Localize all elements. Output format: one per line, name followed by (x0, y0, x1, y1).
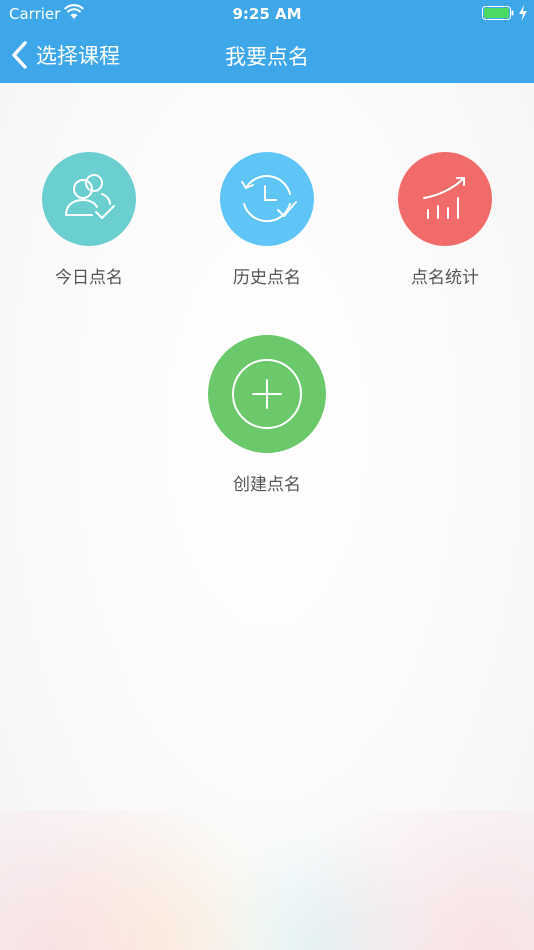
create-roll-call-button[interactable]: 创建点名 (208, 335, 326, 495)
navigation-bar: 选择课程 我要点名 (0, 28, 534, 83)
charging-bolt-icon (519, 5, 527, 21)
battery-icon (482, 6, 514, 20)
plus-circle-icon (232, 359, 302, 429)
stats-label: 点名统计 (411, 268, 479, 288)
background-tint (0, 810, 534, 950)
history-label: 历史点名 (233, 268, 301, 288)
create-icon-circle (208, 335, 326, 453)
history-roll-call-button[interactable]: 历史点名 (220, 152, 314, 288)
history-icon-circle (220, 152, 314, 246)
today-roll-call-button[interactable]: 今日点名 (42, 152, 136, 288)
stats-icon-circle (398, 152, 492, 246)
users-check-icon (65, 174, 115, 219)
create-label: 创建点名 (233, 475, 301, 495)
page-title: 我要点名 (225, 45, 309, 69)
roll-call-stats-button[interactable]: 点名统计 (398, 152, 492, 288)
header: Carrier 9:25 AM 选择课程 我要点名 (0, 0, 534, 83)
clock: 9:25 AM (232, 5, 302, 23)
bar-chart-icon (423, 177, 465, 219)
today-icon-circle (42, 152, 136, 246)
clock-history-icon (241, 175, 297, 223)
status-bar: Carrier 9:25 AM (0, 0, 534, 28)
today-label: 今日点名 (55, 268, 123, 288)
